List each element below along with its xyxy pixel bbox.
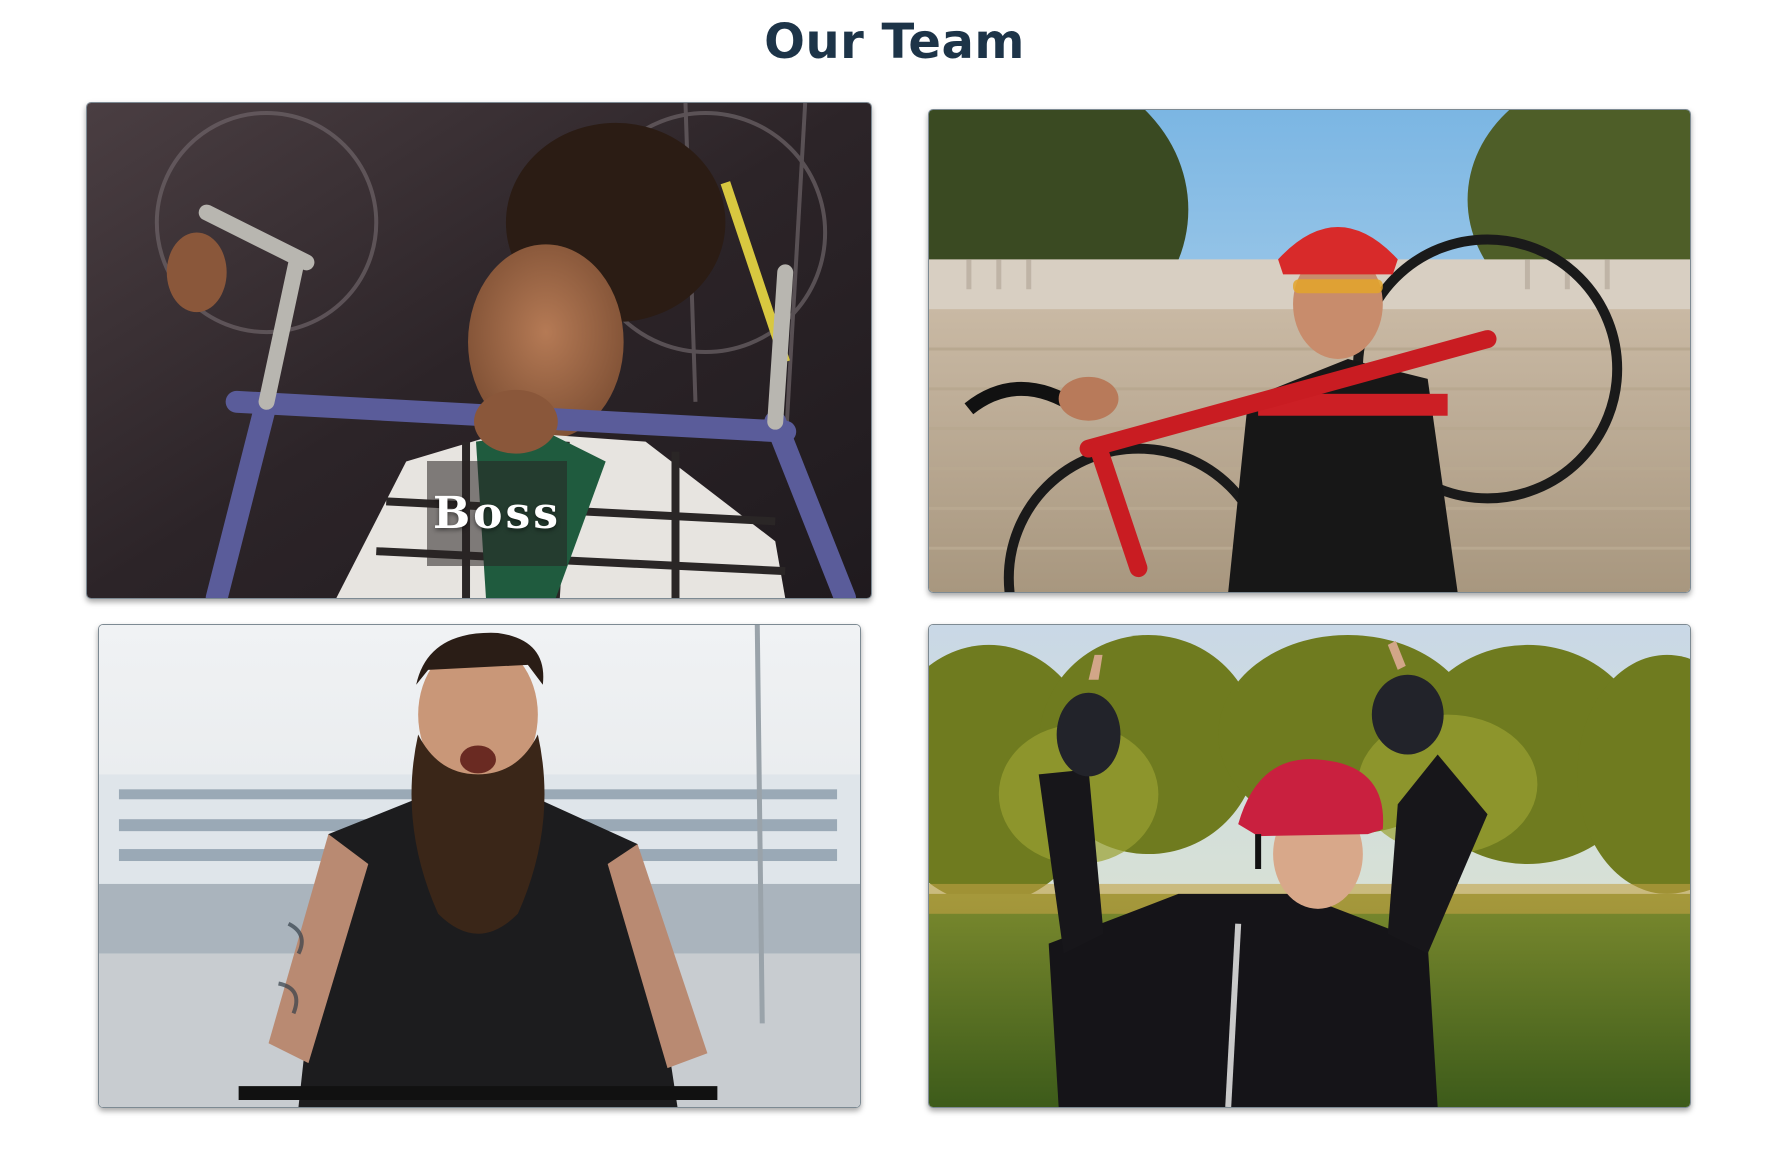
team-photo-4 <box>929 625 1690 1107</box>
role-label: Boss <box>427 461 567 566</box>
team-card-4[interactable] <box>928 624 1691 1108</box>
team-photo-2 <box>929 110 1690 592</box>
team-card-1[interactable]: Boss <box>86 102 872 599</box>
team-photo-3 <box>99 625 860 1107</box>
team-card-2[interactable] <box>928 109 1691 593</box>
mouse-pointer-icon <box>805 565 872 599</box>
section-title: Our Team <box>764 14 1025 70</box>
team-card-3[interactable] <box>98 624 861 1108</box>
team-section: Our Team Boss <box>0 0 1789 1157</box>
